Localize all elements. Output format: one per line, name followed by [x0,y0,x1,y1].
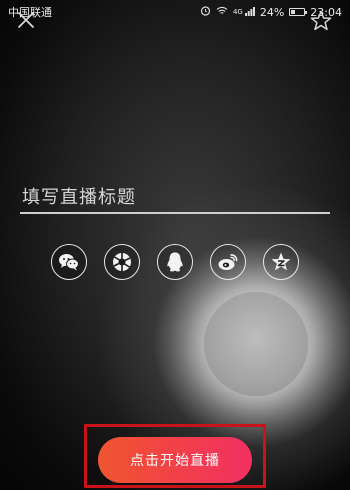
share-wechat-button[interactable] [51,244,87,280]
live-setup-screen: 中国联通 4G 24% 23:04 填写直播标题 点击开始直播 [0,0,350,490]
share-qzone-button[interactable] [263,244,299,280]
close-button[interactable] [14,8,38,32]
star-icon [310,10,332,31]
wifi-icon [216,6,228,19]
share-moments-button[interactable] [104,244,140,280]
signal-icon [244,6,255,19]
moments-icon [113,253,131,271]
status-bar: 中国联通 4G 24% 23:04 [0,0,350,24]
weibo-icon [218,254,238,270]
start-live-button[interactable]: 点击开始直播 [98,437,252,483]
wechat-icon [59,254,79,271]
battery-icon [289,8,308,16]
live-title-input[interactable] [20,182,330,214]
favorite-button[interactable] [308,8,334,34]
share-weibo-button[interactable] [210,244,246,280]
record-toggle-button[interactable] [204,292,308,396]
share-options [51,244,300,282]
battery-percent: 24% [259,5,285,19]
close-icon [18,12,34,28]
share-qq-button[interactable] [157,244,193,280]
network-type-label: 4G [232,8,243,16]
qq-icon [167,252,183,272]
qzone-icon [271,252,291,271]
alarm-icon [200,5,211,19]
